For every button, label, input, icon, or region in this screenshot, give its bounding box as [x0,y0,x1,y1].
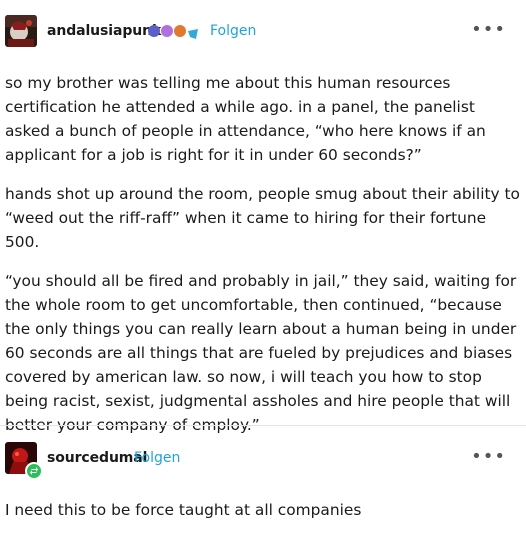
post-paragraph: “you should all be fired and probably in… [5,272,517,434]
post-paragraph: so my brother was telling me about this … [5,74,486,164]
reblog-divider [0,425,526,426]
avatar[interactable] [5,15,37,47]
avatar-image [5,15,37,47]
follow-button[interactable]: Folgen [210,23,256,39]
post-body: I need this to be force taught at all co… [5,498,521,537]
post-header: andalusiapunk Folgen ••• [0,11,526,51]
badge-icon [174,25,186,37]
follow-button[interactable]: Folgen [134,450,180,466]
post-header: sourcedumal Folgen ••• [0,438,526,478]
badge-icon [187,25,199,39]
post-paragraph: hands shot up around the room, people sm… [5,185,520,251]
user-badges [148,25,199,39]
badge-icon [148,25,160,37]
username[interactable]: sourcedumal [47,450,147,466]
more-options-icon[interactable]: ••• [471,446,506,467]
username[interactable]: andalusiapunk [47,23,161,39]
post-body: so my brother was telling me about this … [5,71,521,452]
post-paragraph: I need this to be force taught at all co… [5,501,362,519]
reblog-icon [25,462,43,480]
more-options-icon[interactable]: ••• [471,19,506,40]
badge-icon [161,25,173,37]
